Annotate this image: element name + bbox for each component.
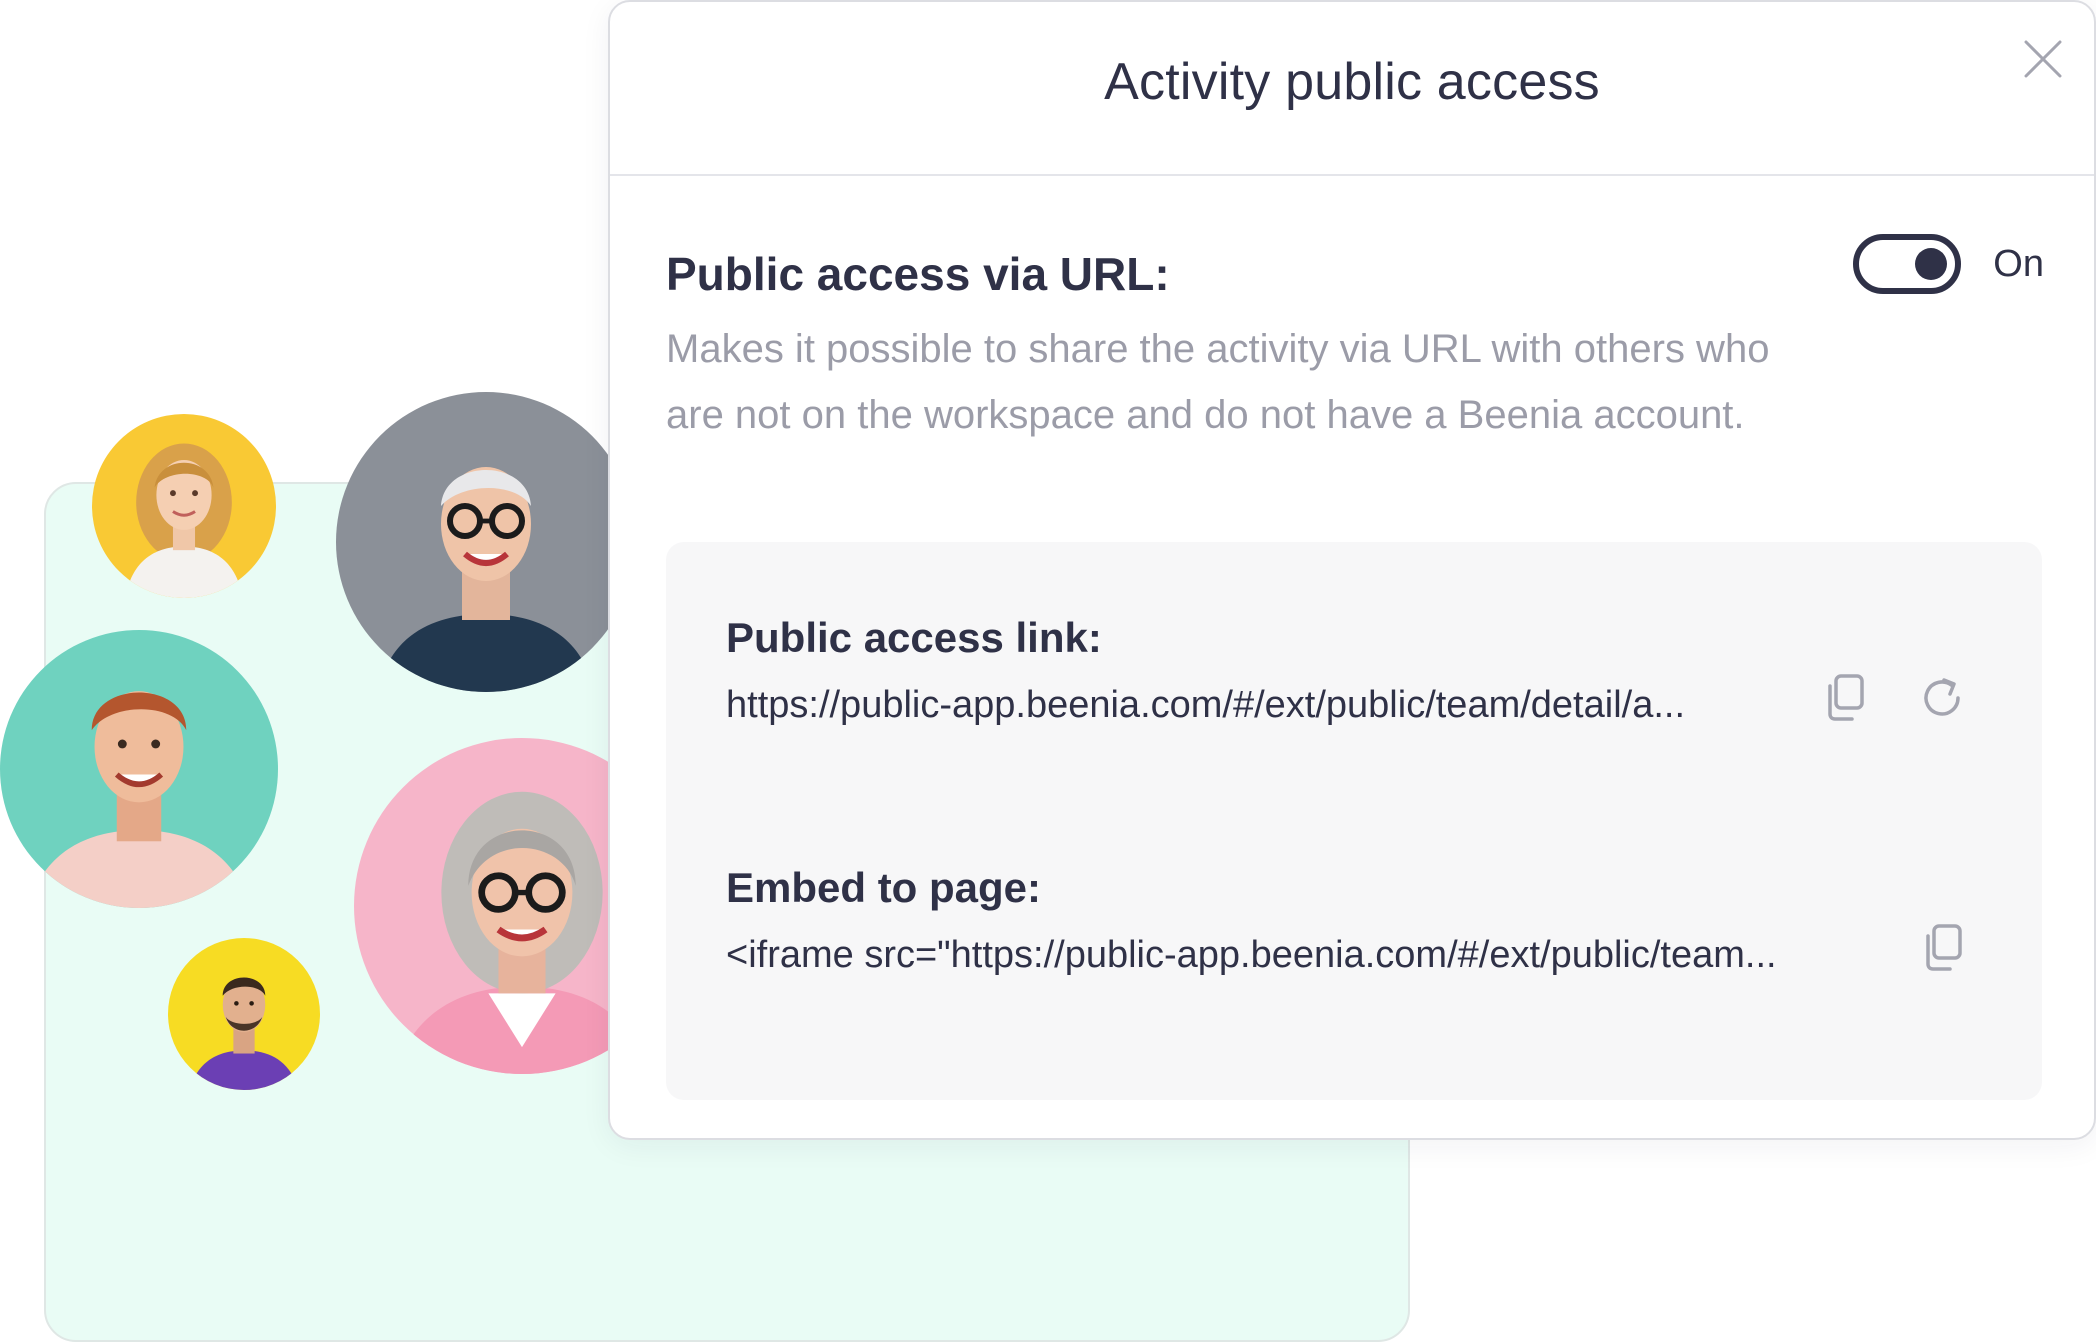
modal-header: Activity public access [610,2,2094,176]
modal-title: Activity public access [1104,53,1600,111]
copy-embed-icon[interactable] [1914,920,1970,976]
toggle-knob [1915,248,1948,280]
avatar-blonde-woman [92,414,276,598]
public-link-label: Public access link: [726,614,1102,661]
public-access-modal: Activity public access Public access via… [608,0,2096,1140]
public-access-toggle-group: On [1853,234,2044,294]
close-icon[interactable] [2018,34,2068,84]
avatar-redhead-man [0,630,278,908]
avatar-bearded-man [168,938,320,1090]
public-access-toggle[interactable] [1853,234,1962,294]
embed-code-value[interactable]: <iframe src="https://public-app.beenia.c… [726,934,1886,977]
public-access-description: Makes it possible to share the activity … [666,327,1770,437]
public-access-heading: Public access via URL: [666,248,1170,300]
refresh-icon[interactable] [1914,670,1970,726]
link-panel: Public access link: https://public-app.b… [666,542,2042,1100]
copy-icon[interactable] [1816,670,1872,726]
avatar-woman-glasses-grey [336,392,636,692]
public-link-value[interactable]: https://public-app.beenia.com/#/ext/publ… [726,684,1786,727]
stage: Activity public access Public access via… [0,0,2096,1344]
toggle-state-label: On [1993,242,2044,285]
embed-label: Embed to page: [726,864,1042,911]
